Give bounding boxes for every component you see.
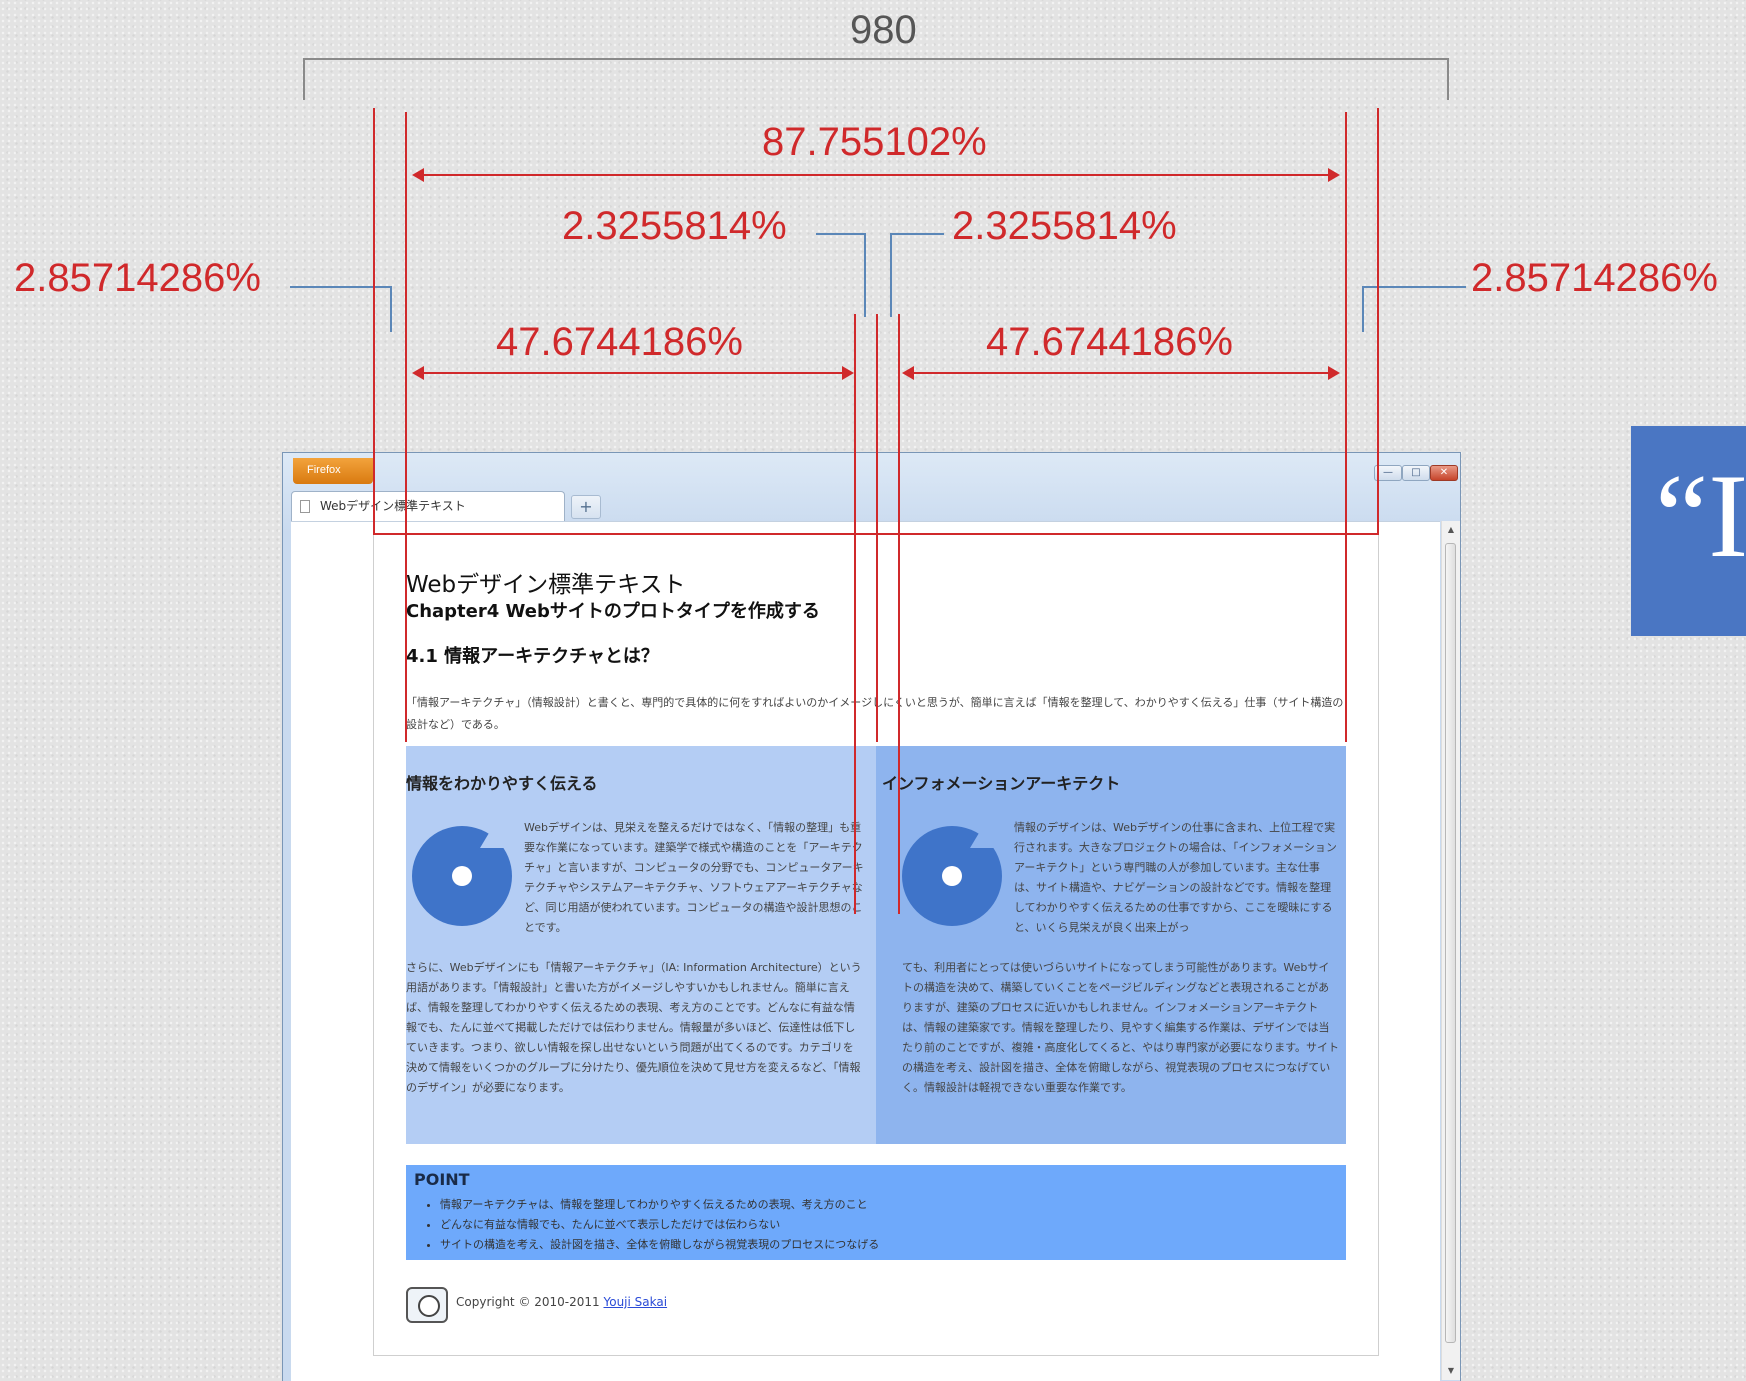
- point-item: 情報アーキテクチャは、情報を整理してわかりやすく伝えるための表現、考え方のこと: [440, 1195, 1338, 1215]
- point-list: 情報アーキテクチャは、情報を整理してわかりやすく伝えるための表現、考え方のこと …: [414, 1195, 1338, 1255]
- col-left-arrow-head-l: [412, 366, 424, 380]
- vertical-scrollbar[interactable]: ▲ ▼: [1441, 521, 1460, 1380]
- scroll-thumb[interactable]: [1445, 543, 1456, 1343]
- author-link[interactable]: Youji Sakai: [604, 1295, 668, 1309]
- total-width-bracket-left: [303, 58, 305, 100]
- margin-left-leader-h: [290, 286, 392, 288]
- right-column-text-1: 情報のデザインは、Webデザインの仕事に含まれ、上位工程で実行されます。大きなプ…: [1014, 821, 1337, 934]
- gap-left-leader-h: [816, 233, 864, 235]
- gap-right-leader-v: [890, 233, 892, 317]
- total-width-bracket-right: [1447, 58, 1449, 100]
- main-width-label: 87.755102%: [762, 120, 987, 164]
- col-left-label: 47.6744186%: [496, 320, 743, 364]
- page-title: Webデザイン標準テキスト: [406, 572, 686, 598]
- left-column: 情報をわかりやすく伝える Webデザインは、見栄えを整えるだけではなく、「情報の…: [406, 746, 876, 1144]
- guide-center: [876, 314, 878, 742]
- total-width-label: 980: [850, 8, 917, 52]
- chapter-heading: Chapter4 Webサイトのプロトタイプを作成する: [406, 601, 820, 622]
- col-left-arrow: [416, 372, 850, 374]
- margin-right-label: 2.85714286%: [1471, 256, 1718, 300]
- col-right-arrow: [906, 372, 1336, 374]
- col-left-arrow-head-r: [842, 366, 854, 380]
- right-icon-notch: [970, 818, 1006, 848]
- margin-left-leader-v: [390, 286, 392, 332]
- gap-left-leader-v: [864, 233, 866, 317]
- point-item: サイトの構造を考え、設計図を描き、全体を俯瞰しながら視覚表現のプロセスにつなげる: [440, 1235, 1338, 1255]
- left-column-text-2: さらに、Webデザインにも「情報アーキテクチャ」（IA: Information…: [406, 961, 862, 1094]
- close-button[interactable]: ✕: [1430, 465, 1458, 481]
- guide-col-left-edge: [854, 314, 856, 914]
- copyright-text: Copyright © 2010-2011 Youji Sakai: [456, 1295, 667, 1309]
- margin-right-leader-v: [1362, 286, 1364, 332]
- main-width-arrow: [416, 174, 1336, 176]
- right-column: インフォメーションアーキテクト 情報のデザインは、Webデザインの仕事に含まれ、…: [876, 746, 1346, 1144]
- site-logo: [406, 1287, 448, 1323]
- guide-outer-left: [373, 108, 375, 534]
- guide-outer-right: [1377, 108, 1379, 534]
- guide-horizontal-top: [373, 533, 1379, 535]
- scroll-down-arrow-icon[interactable]: ▼: [1442, 1362, 1460, 1380]
- new-tab-button[interactable]: +: [571, 495, 601, 519]
- point-item: どんなに有益な情報でも、たんに並べて表示しただけでは伝わらない: [440, 1215, 1338, 1235]
- guide-main-left: [405, 112, 407, 742]
- gap-right-leader-h: [890, 233, 944, 235]
- left-icon-notch: [480, 818, 516, 848]
- browser-tab[interactable]: Webデザイン標準テキスト: [291, 491, 565, 521]
- point-box: POINT 情報アーキテクチャは、情報を整理してわかりやすく伝えるための表現、考…: [406, 1165, 1346, 1260]
- guide-col-right-edge: [898, 314, 900, 914]
- page-icon: [300, 500, 310, 513]
- section-heading: 4.1 情報アーキテクチャとは？: [406, 646, 659, 667]
- col-right-arrow-head-r: [1328, 366, 1340, 380]
- main-arrow-left-head: [412, 168, 424, 182]
- main-arrow-right-head: [1328, 168, 1340, 182]
- col-right-label: 47.6744186%: [986, 320, 1233, 364]
- maximize-button[interactable]: □: [1402, 465, 1430, 481]
- point-heading: POINT: [414, 1170, 470, 1189]
- scroll-up-arrow-icon[interactable]: ▲: [1442, 521, 1460, 539]
- gap-left-label: 2.3255814%: [562, 204, 787, 248]
- right-column-text-2: ても、利用者にとっては使いづらいサイトになってしまう可能性があります。Webサイ…: [902, 961, 1340, 1094]
- firefox-menu-button[interactable]: Firefox: [293, 458, 373, 484]
- tab-title: Webデザイン標準テキスト: [320, 499, 466, 513]
- copyright-label: Copyright © 2010-2011: [456, 1295, 600, 1309]
- left-column-heading: 情報をわかりやすく伝える: [406, 774, 598, 793]
- quote-box: “I: [1631, 426, 1746, 636]
- total-width-bracket: [303, 58, 1449, 60]
- guide-main-right: [1345, 112, 1347, 742]
- left-column-text-1: Webデザインは、見栄えを整えるだけではなく、「情報の整理」も重要な作業になって…: [524, 821, 864, 934]
- col-right-arrow-head-l: [902, 366, 914, 380]
- gap-right-label: 2.3255814%: [952, 204, 1177, 248]
- right-column-heading: インフォメーションアーキテクト: [882, 774, 1121, 793]
- margin-left-label: 2.85714286%: [14, 256, 261, 300]
